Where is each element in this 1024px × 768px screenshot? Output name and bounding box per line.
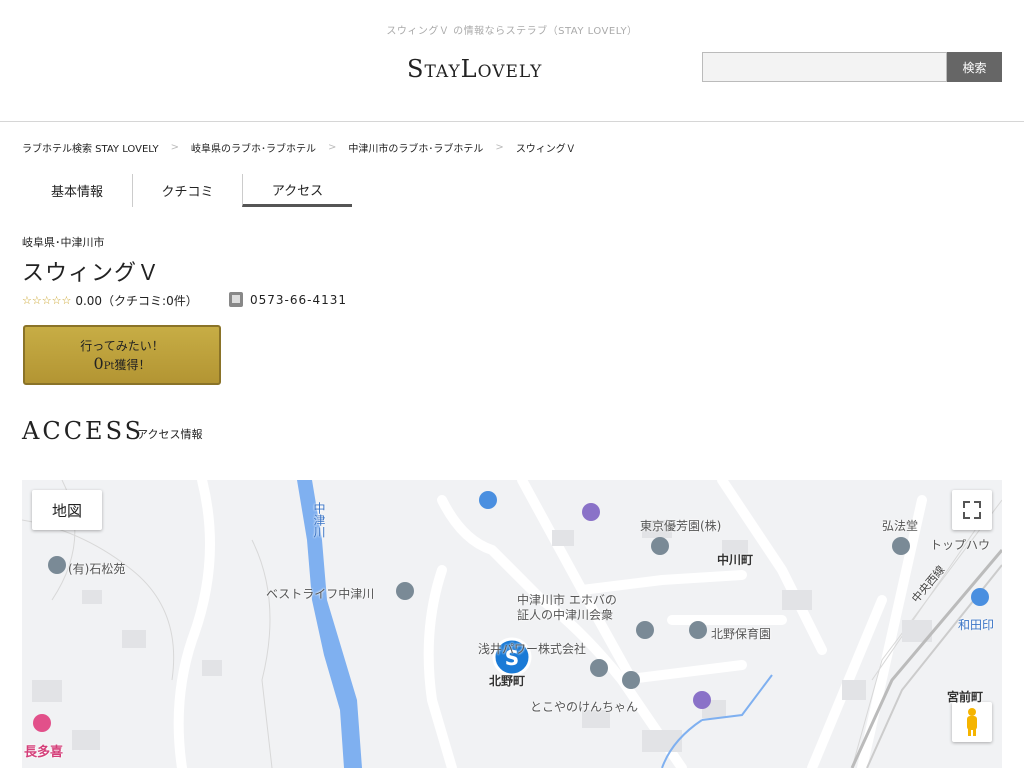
tab-reviews[interactable]: クチコミ: [132, 174, 242, 207]
map-label: 中津川市 エホバの 証人の中津川会衆: [517, 593, 617, 622]
access-heading: ACCESS: [22, 417, 145, 445]
breadcrumb-item[interactable]: 岐阜県のラブホ･ラブホテル: [191, 140, 316, 155]
map-label: トップハウ: [930, 538, 991, 552]
logo-text: StayLovely: [407, 55, 543, 83]
want-button-points: 0Pt獲得！: [93, 354, 151, 373]
map-label: ベストライフ中津川: [266, 587, 375, 601]
map-label: 和田印: [958, 618, 995, 632]
access-subheading: アクセス情報: [137, 428, 203, 441]
phone-number: 0573-66-4131: [250, 292, 348, 307]
phone-icon: [229, 292, 243, 307]
want-button-label: 行ってみたい！: [80, 339, 164, 353]
map-label: 浅井パワー株式会社: [478, 642, 587, 656]
hotel-rating: ☆☆☆☆☆ 0.00（クチコミ:0件）: [22, 292, 198, 309]
search-input[interactable]: [702, 52, 947, 82]
breadcrumb-item[interactable]: 中津川市のラブホ･ラブホテル: [348, 140, 483, 155]
site-tagline: スウィングＶ の情報ならステラブ（STAY LOVELY）: [386, 26, 638, 37]
hotel-region[interactable]: 岐阜県･中津川市: [22, 234, 105, 250]
breadcrumb-item[interactable]: ラブホテル検索 STAY LOVELY: [22, 140, 159, 155]
breadcrumb-separator: >: [328, 142, 337, 153]
map-label: 北野町: [489, 674, 526, 688]
hotel-name: スウィングＶ: [22, 261, 161, 286]
star-rating-icon: ☆☆☆☆☆: [22, 294, 72, 307]
breadcrumb-separator: >: [170, 142, 180, 153]
map-label: 北野保育園: [711, 627, 772, 641]
map-embed[interactable]: S 地図 (有)石松苑 ベストライフ中津川 東京優芳園(株) 中川町 弘法堂 ト…: [22, 480, 1002, 768]
want-to-go-button[interactable]: 行ってみたい！ 0Pt獲得！: [23, 325, 221, 385]
map-label: 長多喜: [24, 745, 64, 760]
site-header: スウィングＶ の情報ならステラブ（STAY LOVELY） StayLovely…: [0, 0, 1024, 122]
tab-bar: 基本情報 クチコミ アクセス: [22, 174, 352, 207]
street-view-icon[interactable]: [952, 702, 992, 742]
breadcrumb: ラブホテル検索 STAY LOVELY > 岐阜県のラブホ･ラブホテル > 中津…: [22, 140, 576, 155]
map-canvas[interactable]: S: [22, 480, 1002, 768]
fullscreen-icon[interactable]: [952, 490, 992, 530]
map-label: (有)石松苑: [68, 562, 126, 576]
site-logo[interactable]: StayLovely: [407, 55, 542, 83]
map-label: とこやのけんちゃん: [530, 700, 639, 714]
map-label: 東京優芳園(株): [640, 519, 722, 533]
map-type-button[interactable]: 地図: [32, 490, 102, 530]
tab-access[interactable]: アクセス: [242, 174, 352, 207]
breadcrumb-current: スウィングＶ: [515, 144, 576, 155]
map-label: 中川町: [717, 553, 754, 567]
breadcrumb-separator: >: [495, 142, 504, 153]
map-label: 中津川: [312, 502, 326, 538]
rating-text[interactable]: 0.00（クチコミ:0件）: [75, 292, 197, 309]
map-label: 弘法堂: [882, 519, 919, 533]
search-button[interactable]: 検索: [947, 52, 1002, 82]
hotel-phone[interactable]: 0573-66-4131: [229, 292, 347, 307]
map-label: 宮前町: [947, 690, 984, 704]
tab-basic-info[interactable]: 基本情報: [22, 174, 132, 207]
